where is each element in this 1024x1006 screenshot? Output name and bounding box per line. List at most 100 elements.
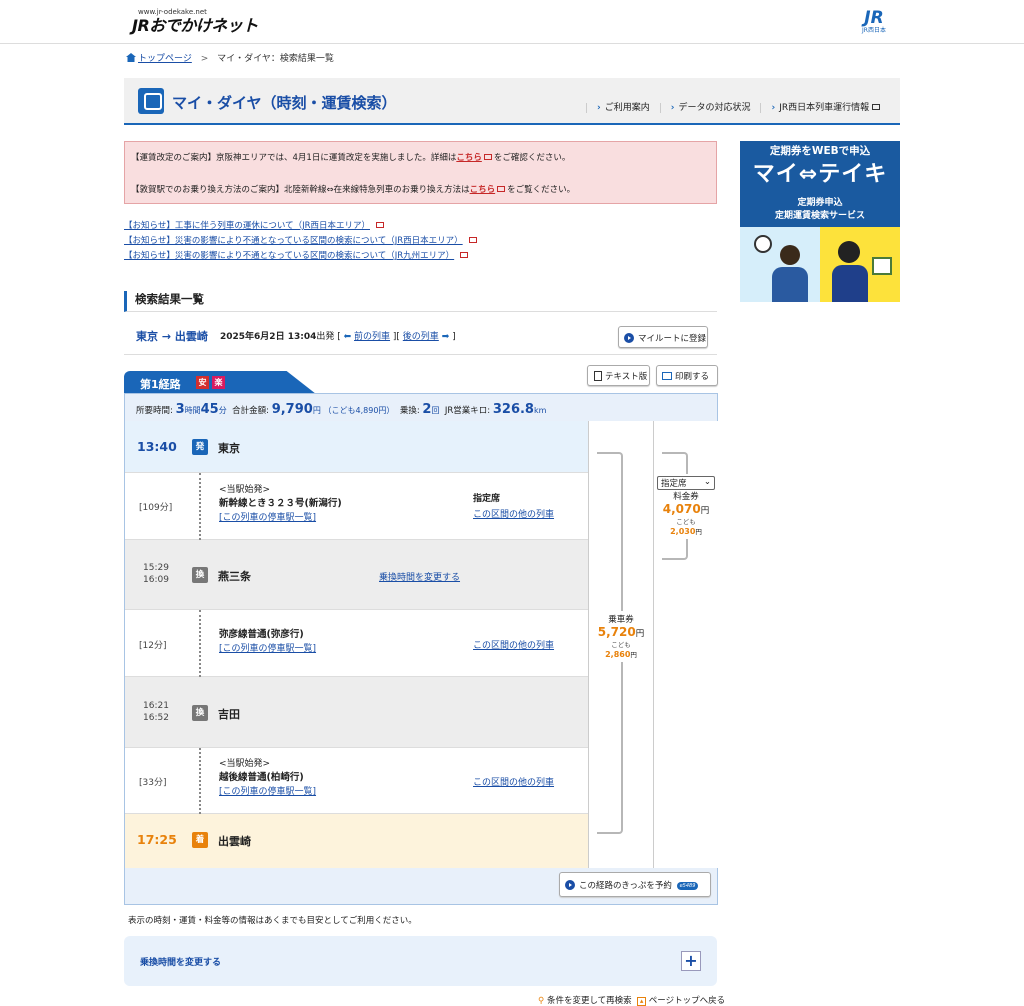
surcharge-fare: 指定席 ⌄ 料金券 4,070円 こども 2,030円 xyxy=(654,474,718,539)
train-stops-link[interactable]: [この列車の停車駅一覧] xyxy=(219,513,316,523)
info-link-3[interactable]: 【お知らせ】災害の影響により不通となっている区間の検索について（JR九州エリア） xyxy=(124,249,477,264)
external-link-icon xyxy=(468,237,477,243)
arrival-time: 17:25 xyxy=(137,832,177,847)
site-header: www.jr-odekake.net JRおでかけネット JR JR西日本 xyxy=(0,0,1024,44)
site-name: JRおでかけネット xyxy=(132,16,258,35)
other-trains-link[interactable]: この区間の他の列車 xyxy=(473,507,554,520)
accordion-label: 乗換時間を変更する xyxy=(140,958,222,968)
route-line xyxy=(199,748,201,814)
seat-type-select[interactable]: 指定席 ⌄ xyxy=(657,476,715,490)
transfer-mark: 換 xyxy=(192,705,208,721)
route-tab-label: 第1経路 xyxy=(140,378,181,391)
banner-illustration-right xyxy=(820,227,900,302)
leg-duration: [12分] xyxy=(139,641,167,651)
banner-line-3: 定期券申込 定期運賃検索サービス xyxy=(774,198,865,221)
notice-fare-revision: 【運賃改定のご案内】京阪神エリアでは、4月1日に運賃改定を実施しました。詳細はこ… xyxy=(131,153,571,163)
search-datetime: 2025年6月2日 13:04出発 [ ⬅ 前の列車 ][ 後の列車 ➡ ] xyxy=(220,332,456,342)
bottom-links: ⚲ 条件を変更して再検索 ▴ ページトップへ戻る xyxy=(538,994,725,1006)
train-icon xyxy=(138,88,164,114)
breadcrumb-home[interactable]: トップページ xyxy=(138,54,192,64)
arrival-mark: 着 xyxy=(192,832,208,848)
page-top-link[interactable]: ページトップへ戻る xyxy=(649,996,725,1006)
breadcrumb-separator: > xyxy=(200,54,209,64)
departure-mark: 発 xyxy=(192,439,208,455)
notice-link-2[interactable]: こちら xyxy=(470,185,496,195)
nav-guide[interactable]: › ご利用案内 xyxy=(586,103,660,113)
other-trains-link[interactable]: この区間の他の列車 xyxy=(473,638,554,651)
e5489-logo: e5489 xyxy=(676,882,699,890)
route-panel: 所要時間: 3時間45分 合計金額: 9,790円 （こども4,890円） 乗換… xyxy=(124,393,718,905)
register-my-route-button[interactable]: マイルートに登録 xyxy=(618,326,708,348)
nav-data-status[interactable]: › データの対応状況 xyxy=(659,103,761,113)
printer-icon xyxy=(662,372,672,380)
route-line xyxy=(199,473,201,540)
station-name: 出雲崎 xyxy=(218,835,251,848)
page-nav: › ご利用案内 › データの対応状況 › JR西日本列車運行情報 xyxy=(586,100,890,113)
safe-badge: 安 xyxy=(196,376,209,389)
train-name: 新幹線とき３２３号(新潟行) xyxy=(219,498,342,509)
book-tickets-button[interactable]: この経路のきっぷを予約 e5489 xyxy=(559,872,711,897)
info-link-1[interactable]: 【お知らせ】工事に伴う列車の運休について（JR西日本エリア） xyxy=(124,219,477,234)
surcharge-column: 指定席 ⌄ 料金券 4,070円 こども 2,030円 xyxy=(653,421,718,868)
route-tab[interactable]: 第1経路 安 楽 xyxy=(124,371,316,394)
transfer-mark: 換 xyxy=(192,567,208,583)
leg-2: [12分] 弥彦線普通(弥彦行) [この列車の停車駅一覧] この区間の他の列車 xyxy=(125,610,588,677)
train-info: 弥彦線普通(弥彦行) [この列車の停車駅一覧] xyxy=(219,628,316,656)
leg-3: [33分] <当駅始発> 越後線普通(柏崎行) [この列車の停車駅一覧] この区… xyxy=(125,748,588,814)
expand-plus-icon[interactable]: + xyxy=(681,951,701,971)
play-icon xyxy=(565,880,575,890)
banner-line-2: マイ⇔テイキ xyxy=(752,162,888,187)
section-title: 検索結果一覧 xyxy=(124,291,717,312)
transfer-times: 16:21 16:52 xyxy=(143,701,169,723)
print-button[interactable]: 印刷する xyxy=(656,365,718,386)
train-info: <当駅始発> 新幹線とき３２３号(新潟行) [この列車の停車駅一覧] xyxy=(219,483,342,525)
external-link-icon xyxy=(497,186,506,192)
banner-illustration-left xyxy=(740,227,820,302)
origin-destination: 東京 → 出雲崎 xyxy=(136,330,208,343)
nav-operation-info[interactable]: › JR西日本列車運行情報 xyxy=(760,103,890,113)
external-link-icon xyxy=(460,252,469,258)
station-name: 東京 xyxy=(218,442,240,455)
site-url: www.jr-odekake.net xyxy=(138,8,207,16)
person-head xyxy=(780,245,800,265)
external-link-icon xyxy=(483,154,492,160)
breadcrumb: トップページ > マイ・ダイヤ：検索結果一覧 xyxy=(126,51,334,64)
jr-west-logo[interactable]: JR JR西日本 xyxy=(858,10,890,36)
route-summary: 所要時間: 3時間45分 合計金額: 9,790円 （こども4,890円） 乗換… xyxy=(136,402,547,417)
chevron-down-icon: ⌄ xyxy=(703,477,711,487)
research-link[interactable]: 条件を変更して再検索 xyxy=(547,996,632,1006)
train-name: 越後線普通(柏崎行) xyxy=(219,772,304,783)
leg-duration: [33分] xyxy=(139,778,167,788)
site-logo[interactable]: www.jr-odekake.net JRおでかけネット xyxy=(132,8,258,36)
play-icon xyxy=(624,333,634,343)
train-info: <当駅始発> 越後線普通(柏崎行) [この列車の停車駅一覧] xyxy=(219,757,316,799)
origin-note: <当駅始発> xyxy=(219,485,271,495)
notice-link-1[interactable]: こちら xyxy=(456,153,482,163)
prev-train-link[interactable]: 前の列車 xyxy=(354,332,390,342)
my-teiki-banner[interactable]: 定期券をWEBで申込 マイ⇔テイキ 定期券申込 定期運賃検索サービス xyxy=(740,141,900,302)
train-stops-link[interactable]: [この列車の停車駅一覧] xyxy=(219,787,316,797)
stop-transfer-2: 16:21 16:52 換 吉田 xyxy=(125,677,588,748)
text-version-button[interactable]: テキスト版 xyxy=(587,365,650,386)
seat-type: 指定席 xyxy=(473,494,501,504)
jr-logo-mark: JR xyxy=(864,8,884,28)
fare-column: 乗車券 5,720円 こども 2,860円 xyxy=(588,421,653,868)
info-link-2[interactable]: 【お知らせ】災害の影響により不通となっている区間の検索について（JR西日本エリア… xyxy=(124,234,477,249)
next-train-link[interactable]: 後の列車 xyxy=(403,332,439,342)
origin-note: <当駅始発> xyxy=(219,759,271,769)
transfer-time-accordion[interactable]: 乗換時間を変更する + xyxy=(124,936,717,986)
base-fare: 乗車券 5,720円 こども 2,860円 xyxy=(589,611,653,662)
station-name: 吉田 xyxy=(218,708,240,721)
search-conditions: 東京 → 出雲崎 2025年6月2日 13:04出発 [ ⬅ 前の列車 ][ 後… xyxy=(124,321,717,355)
train-stops-link[interactable]: [この列車の停車駅一覧] xyxy=(219,644,316,654)
home-icon xyxy=(126,53,136,62)
external-link-icon xyxy=(376,222,384,228)
jr-logo-sub: JR西日本 xyxy=(862,27,886,34)
page-title-bar: マイ・ダイヤ（時刻・運賃検索） › ご利用案内 › データの対応状況 › JR西日本列車運… xyxy=(124,78,900,125)
breadcrumb-current: マイ・ダイヤ：検索結果一覧 xyxy=(217,54,334,64)
route-tab-slant xyxy=(274,371,316,394)
document-icon xyxy=(594,371,602,381)
change-transfer-time-link[interactable]: 乗換時間を変更する xyxy=(379,570,460,583)
station-name: 燕三条 xyxy=(218,570,251,583)
other-trains-link[interactable]: この区間の他の列車 xyxy=(473,775,554,788)
